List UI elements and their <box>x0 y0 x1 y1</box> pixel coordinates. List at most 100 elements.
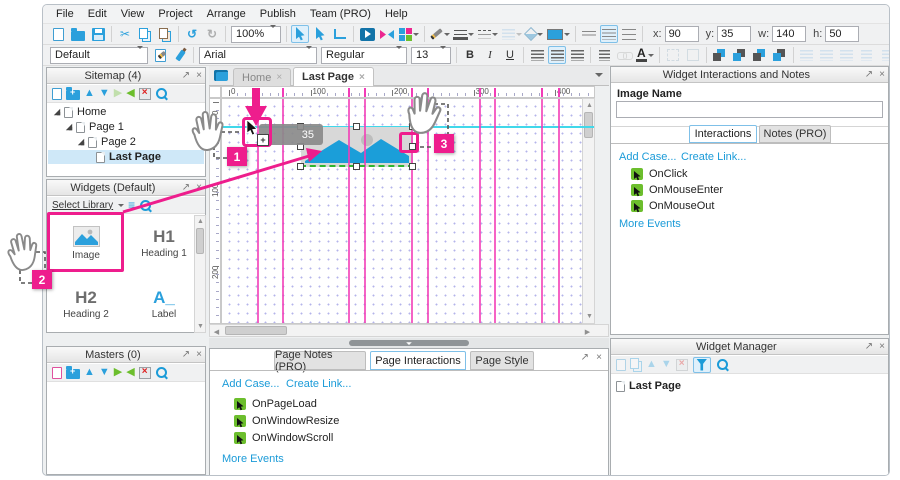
widget-item-heading1[interactable]: H1 Heading 1 <box>127 215 201 271</box>
expand-panel-icon[interactable]: ↗ <box>179 71 193 81</box>
move-down-icon[interactable]: ▼ <box>99 367 110 378</box>
paste-button[interactable] <box>156 25 174 43</box>
event-onclick[interactable]: OnClick <box>631 168 688 180</box>
search-icon[interactable] <box>716 358 729 371</box>
add-case-link[interactable]: Add Case... <box>619 151 676 163</box>
tab-list-dropdown-icon[interactable] <box>595 73 603 81</box>
tab-close-icon[interactable]: × <box>276 72 282 83</box>
ungroup-button[interactable] <box>684 46 702 64</box>
delete-item-icon[interactable] <box>676 359 688 371</box>
save-button[interactable] <box>89 25 107 43</box>
line-style-button[interactable] <box>477 25 499 43</box>
line-spacing-mid-button[interactable] <box>600 25 618 43</box>
move-down-icon[interactable]: ▼ <box>99 88 110 99</box>
event-onmouseout[interactable]: OnMouseOut <box>631 200 714 212</box>
underline-button[interactable]: U <box>501 46 519 64</box>
align-objects-center-button[interactable] <box>818 46 836 64</box>
widget-name-input[interactable] <box>616 101 883 118</box>
outdent-icon[interactable]: ◀ <box>126 367 134 378</box>
resize-handle-s[interactable] <box>353 163 360 170</box>
resize-handle-n[interactable] <box>353 123 360 130</box>
scroll-thumb[interactable] <box>196 228 204 254</box>
distribute-button[interactable] <box>878 46 890 64</box>
tab-interactions[interactable]: Interactions <box>689 125 757 143</box>
zoom-select[interactable]: 100% <box>231 26 281 43</box>
copy-button[interactable] <box>136 25 154 43</box>
expander-icon[interactable] <box>66 124 72 130</box>
move-up-icon[interactable]: ▲ <box>646 359 657 370</box>
event-onpageload[interactable]: OnPageLoad <box>234 398 317 410</box>
create-link-link[interactable]: Create Link... <box>286 378 351 390</box>
bullet-list-button[interactable] <box>595 46 613 64</box>
widgets-scrollbar[interactable]: ▲ ▼ <box>194 215 206 333</box>
menu-edit[interactable]: Edit <box>81 6 114 22</box>
menu-file[interactable]: File <box>49 6 81 22</box>
menu-publish[interactable]: Publish <box>253 6 303 22</box>
insert-link-button[interactable] <box>615 46 633 64</box>
line-weight-button[interactable] <box>453 25 475 43</box>
send-backward-button[interactable] <box>771 46 789 64</box>
add-folder-icon[interactable] <box>66 369 80 379</box>
expander-icon[interactable] <box>54 109 60 115</box>
manager-item-last-page[interactable]: Last Page <box>612 379 887 393</box>
scroll-up-icon[interactable]: ▲ <box>584 100 595 111</box>
align-left-button[interactable] <box>528 46 546 64</box>
scroll-down-icon[interactable]: ▼ <box>584 311 595 322</box>
edit-style-button[interactable] <box>151 46 169 64</box>
resize-handle-sw[interactable] <box>297 163 304 170</box>
expand-panel-icon[interactable]: ↗ <box>578 353 592 363</box>
line-spacing-loose-button[interactable] <box>620 25 638 43</box>
tab-close-icon[interactable]: × <box>359 72 365 83</box>
widget-search-icon[interactable] <box>139 199 152 212</box>
align-center-button[interactable] <box>548 46 566 64</box>
add-master-icon[interactable] <box>52 367 62 379</box>
scroll-left-icon[interactable]: ◀ <box>211 326 222 337</box>
move-up-icon[interactable]: ▲ <box>84 88 95 99</box>
add-item-icon[interactable] <box>616 359 626 371</box>
canvas-h-scrollbar[interactable]: ◀ ▶ <box>209 324 609 337</box>
group-button[interactable] <box>664 46 682 64</box>
close-panel-icon[interactable]: × <box>593 353 605 363</box>
align-right-button[interactable] <box>568 46 586 64</box>
close-panel-icon[interactable]: × <box>193 350 205 360</box>
more-events-link[interactable]: More Events <box>222 453 284 465</box>
widget-library-button[interactable] <box>398 25 420 43</box>
pointer-alt-tool-button[interactable] <box>311 25 329 43</box>
font-color-button[interactable]: A <box>635 46 655 64</box>
library-menu-icon[interactable]: ≡ <box>128 198 135 212</box>
expand-panel-icon[interactable]: ↗ <box>179 350 193 360</box>
close-panel-icon[interactable]: × <box>876 342 888 352</box>
tree-item-home[interactable]: Home <box>48 105 204 119</box>
menu-arrange[interactable]: Arrange <box>200 6 253 22</box>
copy-item-icon[interactable] <box>630 358 639 369</box>
font-style-select[interactable]: Regular <box>321 47 407 64</box>
menu-help[interactable]: Help <box>378 6 415 22</box>
menu-view[interactable]: View <box>114 6 152 22</box>
tab-page-notes[interactable]: Page Notes (PRO) <box>274 351 366 370</box>
delete-master-icon[interactable] <box>139 367 151 379</box>
scroll-down-icon[interactable]: ▼ <box>195 321 206 332</box>
move-up-icon[interactable]: ▲ <box>84 367 95 378</box>
search-icon[interactable] <box>155 87 168 100</box>
scroll-right-icon[interactable]: ▶ <box>582 326 593 337</box>
more-events-link[interactable]: More Events <box>619 218 681 230</box>
tab-notes-pro[interactable]: Notes (PRO) <box>759 125 831 143</box>
x-field[interactable]: 90 <box>665 26 699 42</box>
widget-item-heading2[interactable]: H2 Heading 2 <box>49 276 123 332</box>
tab-page-style[interactable]: Page Style <box>470 351 534 370</box>
align-objects-left-button[interactable] <box>798 46 816 64</box>
move-down-icon[interactable]: ▼ <box>661 359 672 370</box>
align-objects-right-button[interactable] <box>838 46 856 64</box>
close-panel-icon[interactable]: × <box>193 183 205 193</box>
resize-handle-se[interactable] <box>409 163 416 170</box>
tab-home[interactable]: Home × <box>233 68 291 86</box>
arrow-style-button[interactable] <box>501 25 523 43</box>
scroll-thumb[interactable] <box>225 326 287 335</box>
scroll-up-icon[interactable]: ▲ <box>195 216 206 227</box>
splitter-grip[interactable] <box>349 340 469 346</box>
fill-bucket-button[interactable] <box>525 25 544 43</box>
bold-button[interactable]: B <box>461 46 479 64</box>
font-size-select[interactable]: 13 <box>411 47 451 64</box>
preview-button[interactable] <box>358 25 376 43</box>
y-field[interactable]: 35 <box>717 26 751 42</box>
